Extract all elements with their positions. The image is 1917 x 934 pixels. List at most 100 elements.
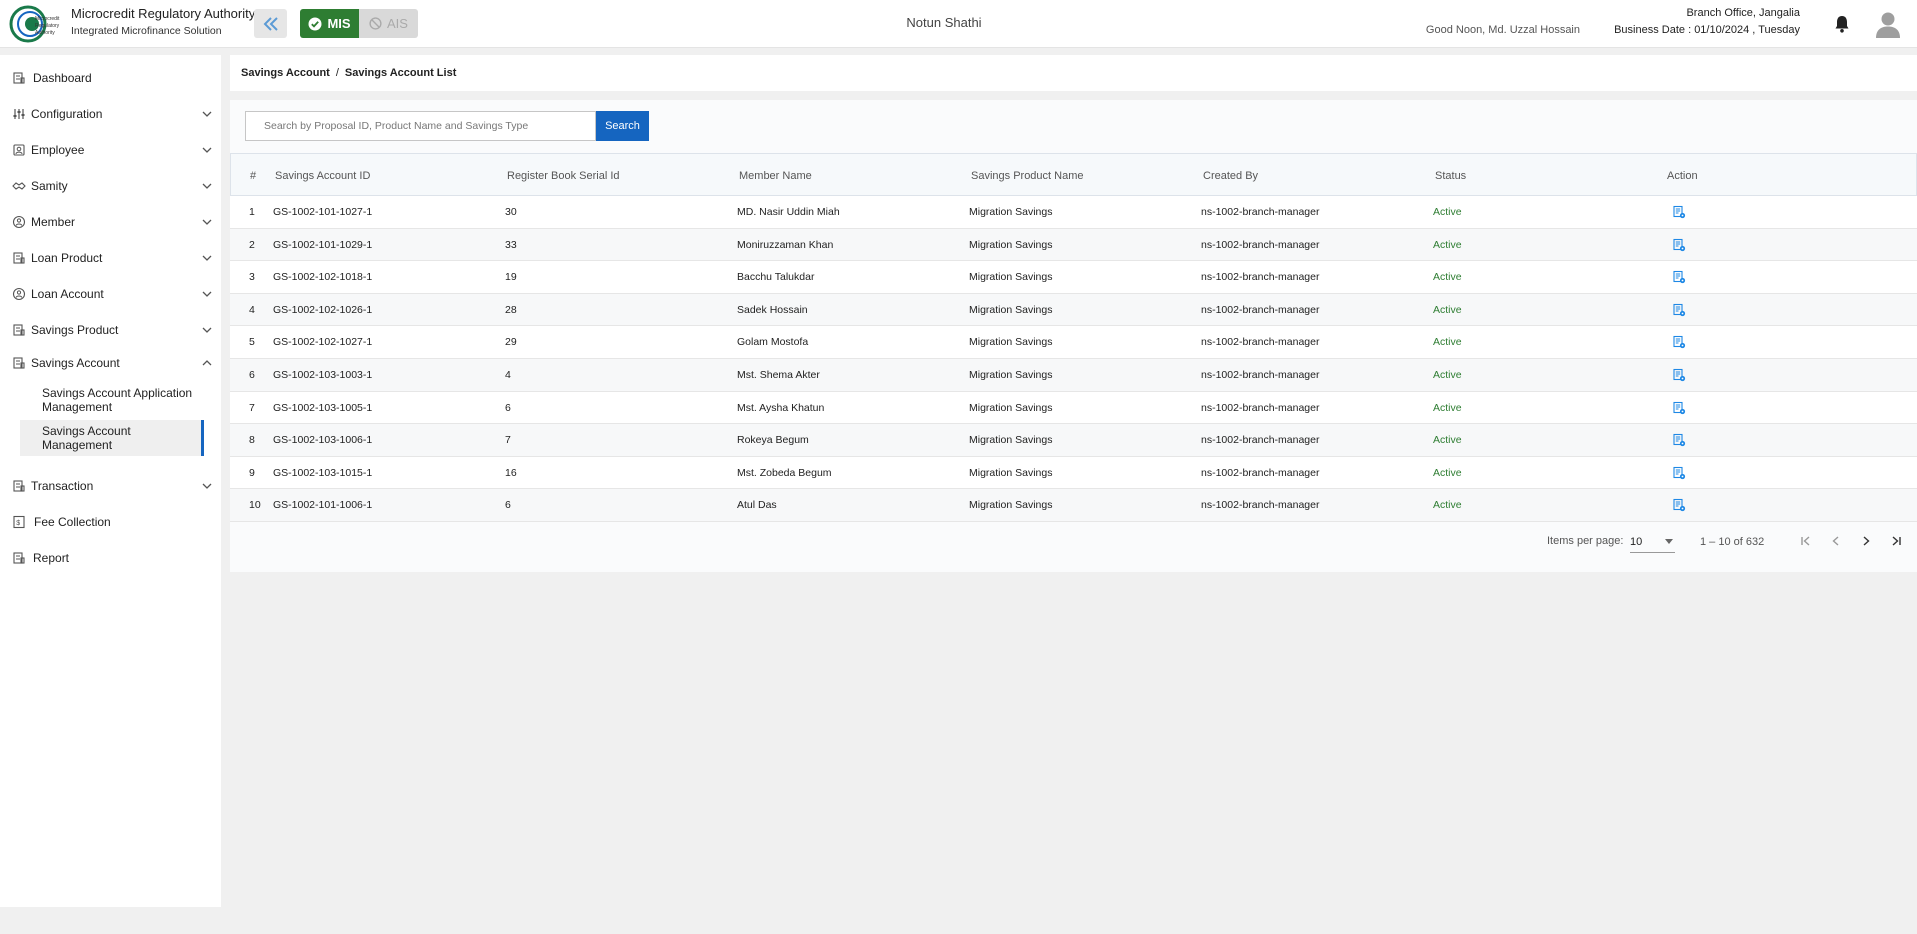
sidebar-item-loan-product[interactable]: Loan Product xyxy=(0,243,221,273)
breadcrumb-parent[interactable]: Savings Account xyxy=(241,67,330,79)
sidebar-item-employee[interactable]: Employee xyxy=(0,135,221,165)
business-date: Business Date : 01/10/2024 , Tuesday xyxy=(1614,24,1800,36)
last-page-icon xyxy=(1892,536,1901,546)
cell-member-name: MD. Nasir Uddin Miah xyxy=(737,206,840,218)
column-header-member-name[interactable]: Member Name xyxy=(739,154,812,197)
cell-account-id: GS-1002-103-1005-1 xyxy=(273,401,373,414)
view-details-icon[interactable] xyxy=(1672,368,1686,382)
sidebar-item-report[interactable]: Report xyxy=(0,543,221,573)
cell-member-name: Mst. Zobeda Begum xyxy=(737,466,832,479)
view-details-icon[interactable] xyxy=(1672,270,1686,284)
cell-index: 2 xyxy=(249,238,255,251)
cell-status: Active xyxy=(1433,206,1462,218)
chevron-down-icon xyxy=(202,291,212,297)
last-page-button[interactable] xyxy=(1887,532,1905,550)
receipt-icon: $ xyxy=(13,515,25,529)
breadcrumb-current: Savings Account List xyxy=(344,67,457,79)
column-header-created-by[interactable]: Created By xyxy=(1203,154,1258,197)
sidebar-item-label: Dashboard xyxy=(33,71,92,85)
sidebar-collapse-button[interactable] xyxy=(254,9,287,38)
cell-account-id: GS-1002-103-1003-1 xyxy=(273,368,373,381)
chevron-down-icon xyxy=(202,219,212,225)
mis-toggle-button[interactable]: MIS xyxy=(300,9,359,38)
table-row: 5 GS-1002-102-1027-1 29 Golam Mostofa Migrat… xyxy=(230,326,1917,359)
cell-index: 6 xyxy=(249,368,255,381)
column-header-action: Action xyxy=(1667,169,1698,182)
cell-created-by: ns-1002-branch-manager xyxy=(1201,271,1320,284)
table-row: 3 GS-1002-102-1018-1 19 Bacchu Talukdar Migr… xyxy=(230,261,1917,294)
blocked-icon xyxy=(369,17,382,30)
cell-member-name: Mst. Shema Akter xyxy=(737,368,820,381)
column-header-register-serial[interactable]: Register Book Serial Id xyxy=(507,154,620,197)
view-details-icon[interactable] xyxy=(1672,466,1686,480)
search-button[interactable]: Search xyxy=(596,111,649,141)
column-header-product-name[interactable]: Savings Product Name xyxy=(971,154,1084,197)
sidebar-subitem-application-management[interactable]: Savings Account Application Management xyxy=(20,385,204,415)
building-icon xyxy=(13,252,25,264)
cell-action xyxy=(1672,196,1686,228)
cell-status: Active xyxy=(1433,434,1462,447)
cell-register-serial: 7 xyxy=(505,434,511,447)
cell-account-id: GS-1002-103-1015-1 xyxy=(273,466,373,479)
items-per-page-select[interactable]: 10 xyxy=(1630,531,1675,553)
items-per-page-label: Items per page: xyxy=(1547,535,1624,547)
paginator: Items per page: 10 1 – 10 of 632 xyxy=(230,520,1917,560)
cell-member-name: Golam Mostofa xyxy=(737,336,809,349)
cell-status: Active xyxy=(1433,271,1462,284)
bell-icon[interactable] xyxy=(1833,14,1851,34)
sidebar-item-fee-collection[interactable]: $ Fee Collection xyxy=(0,507,221,537)
building-icon xyxy=(13,552,25,564)
cell-product-name: Migration Savings xyxy=(969,271,1053,284)
cell-register-serial: 6 xyxy=(505,499,511,512)
column-header-status[interactable]: Status xyxy=(1435,154,1466,197)
cell-member-name: Bacchu Talukdar xyxy=(737,271,815,284)
sidebar-item-configuration[interactable]: Configuration xyxy=(0,99,221,129)
cell-product-name: Migration Savings xyxy=(969,401,1053,414)
view-details-icon[interactable] xyxy=(1672,205,1686,219)
first-page-button[interactable] xyxy=(1797,532,1815,550)
cell-created-by: ns-1002-branch-manager xyxy=(1201,368,1320,381)
page-range: 1 – 10 of 632 xyxy=(1700,536,1765,548)
next-page-button[interactable] xyxy=(1857,532,1875,550)
view-details-icon[interactable] xyxy=(1672,303,1686,317)
sidebar-item-samity[interactable]: Samity xyxy=(0,171,221,201)
sidebar-item-loan-account[interactable]: Loan Account xyxy=(0,279,221,309)
handshake-icon xyxy=(12,182,26,190)
sidebar-item-savings-product[interactable]: Savings Product xyxy=(0,315,221,345)
cell-account-id: GS-1002-102-1026-1 xyxy=(273,303,373,316)
sidebar-subitem-account-management[interactable]: Savings Account Management xyxy=(20,420,204,456)
table-row: 2 GS-1002-101-1029-1 33 Moniruzzaman Khan Mi… xyxy=(230,228,1917,262)
cell-index: 10 xyxy=(249,499,261,512)
view-details-icon[interactable] xyxy=(1672,498,1686,512)
cell-product-name: Migration Savings xyxy=(969,206,1053,218)
ais-toggle-button[interactable]: AIS xyxy=(359,9,418,38)
building-icon xyxy=(13,480,25,492)
view-details-icon[interactable] xyxy=(1672,433,1686,447)
view-details-icon[interactable] xyxy=(1672,238,1686,252)
sidebar-item-dashboard[interactable]: Dashboard xyxy=(0,63,221,93)
employee-badge-icon xyxy=(13,144,25,156)
sidebar-item-transaction[interactable]: Transaction xyxy=(0,471,221,501)
org-block: Microcredit Regulatory Authority Integra… xyxy=(71,6,255,38)
cell-created-by: ns-1002-branch-manager xyxy=(1201,401,1320,414)
breadcrumb: Savings Account / Savings Account List xyxy=(230,55,1917,91)
branch-name: Branch Office, Jangalia xyxy=(1686,7,1800,19)
cell-action xyxy=(1672,261,1686,293)
column-header-account-id[interactable]: Savings Account ID xyxy=(275,154,370,197)
previous-page-button[interactable] xyxy=(1827,532,1845,550)
sidebar-item-member[interactable]: Member xyxy=(0,207,221,237)
view-details-icon[interactable] xyxy=(1672,335,1686,349)
view-details-icon[interactable] xyxy=(1672,401,1686,415)
cell-product-name: Migration Savings xyxy=(969,499,1053,512)
svg-text:$: $ xyxy=(16,520,20,527)
cell-created-by: ns-1002-branch-manager xyxy=(1201,434,1320,447)
cell-member-name: Sadek Hossain xyxy=(737,303,808,316)
user-avatar-icon[interactable] xyxy=(1873,9,1903,39)
search-input[interactable] xyxy=(245,111,596,141)
sidebar: Dashboard Configuration Employee Samity … xyxy=(0,55,221,907)
sidebar-item-savings-account[interactable]: Savings Account xyxy=(0,348,221,378)
building-icon xyxy=(13,357,25,369)
table-row: 7 GS-1002-103-1005-1 6 Mst. Aysha Khatun Mig… xyxy=(230,391,1917,425)
cell-index: 8 xyxy=(249,434,255,447)
chevron-down-icon xyxy=(202,147,212,153)
